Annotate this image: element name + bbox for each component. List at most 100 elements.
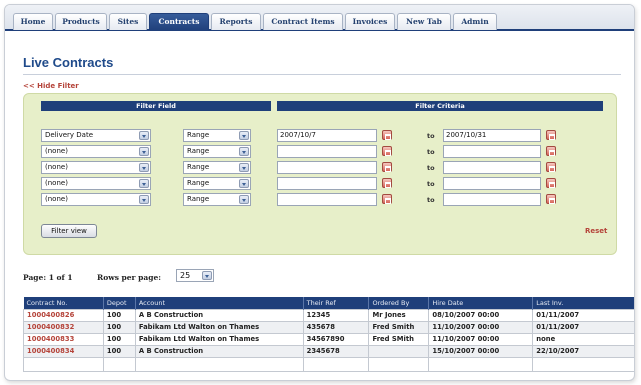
depot-cell: 100 [102, 332, 136, 346]
tab-sites[interactable]: Sites [109, 13, 147, 30]
column-header-account[interactable]: Account [135, 297, 304, 309]
calendar-icon[interactable] [382, 146, 392, 156]
filter-from-input[interactable] [277, 177, 377, 190]
filter-operator-value: Range [187, 147, 210, 155]
ordered-by-cell: Mr Jones [368, 308, 430, 322]
hire-date-cell: 08/10/2007 00:00 [428, 308, 534, 322]
page-title: Live Contracts [23, 55, 114, 70]
filter-field-select[interactable]: (none) [41, 161, 151, 174]
title-divider [23, 74, 621, 75]
filter-operator-select[interactable]: Range [183, 145, 251, 158]
filter-to-input[interactable] [443, 193, 541, 206]
filter-field-value: (none) [45, 147, 68, 155]
calendar-icon[interactable] [546, 162, 556, 172]
chevron-down-icon [139, 163, 149, 172]
tab-bar: Home Products Sites Contracts Reports Co… [5, 5, 634, 31]
chevron-down-icon [239, 179, 249, 188]
page-indicator: Page: 1 of 1 [23, 273, 73, 282]
contract-no-link[interactable]: 1000400832 [23, 320, 104, 334]
contract-no-link[interactable]: 1000400826 [23, 308, 104, 322]
filter-to-input[interactable] [443, 161, 541, 174]
hire-date-cell: 11/10/2007 00:00 [428, 320, 534, 334]
table-header-row: Contract No. Depot Account Their Ref Ord… [23, 297, 634, 309]
app-window: Home Products Sites Contracts Reports Co… [4, 4, 635, 381]
filter-to-input[interactable] [443, 177, 541, 190]
contract-no-link[interactable]: 1000400834 [23, 344, 104, 358]
filter-to-input[interactable] [443, 145, 541, 158]
last-inv-cell: 22/10/2007 [532, 344, 634, 358]
tab-admin[interactable]: Admin [453, 13, 497, 30]
tab-products[interactable]: Products [55, 13, 107, 30]
account-cell: Fabikam Ltd Walton on Thames [134, 332, 304, 346]
hire-date-cell: 11/10/2007 00:00 [428, 332, 534, 346]
filter-operator-value: Range [187, 195, 210, 203]
column-header-depot[interactable]: Depot [103, 297, 136, 309]
hide-filter-link[interactable]: << Hide Filter [23, 82, 79, 90]
table-row: 1000400832 100 Fabikam Ltd Walton on Tha… [23, 320, 634, 334]
hire-date-cell: 15/10/2007 00:00 [428, 344, 534, 358]
their-ref-cell: 12345 [302, 308, 370, 322]
calendar-icon[interactable] [546, 146, 556, 156]
filter-from-input[interactable] [277, 161, 377, 174]
tab-invoices[interactable]: Invoices [345, 13, 395, 30]
chevron-down-icon [202, 271, 212, 280]
filter-from-input[interactable] [277, 193, 377, 206]
filter-field-select[interactable]: Delivery Date [41, 129, 151, 142]
filter-field-header: Filter Field [41, 101, 271, 111]
tab-new-tab[interactable]: New Tab [397, 13, 451, 30]
tab-contracts[interactable]: Contracts [149, 13, 209, 31]
filter-from-input[interactable] [277, 145, 377, 158]
calendar-icon[interactable] [546, 194, 556, 204]
to-label: to [427, 180, 435, 188]
filter-from-input[interactable]: 2007/10/7 [277, 129, 377, 142]
ordered-by-cell: Fred Smith [368, 320, 430, 334]
rows-per-page-select[interactable]: 25 [176, 269, 214, 282]
contract-no-link[interactable]: 1000400833 [23, 332, 104, 346]
filter-field-select[interactable]: (none) [41, 177, 151, 190]
filter-criteria-header: Filter Criteria [277, 101, 603, 111]
to-label: to [427, 132, 435, 140]
filter-field-value: (none) [45, 163, 68, 171]
column-header-contract-no[interactable]: Contract No. [23, 297, 104, 309]
chevron-down-icon [139, 179, 149, 188]
filter-to-input[interactable]: 2007/10/31 [443, 129, 541, 142]
chevron-down-icon [139, 195, 149, 204]
column-header-their-ref[interactable]: Their Ref [303, 297, 370, 309]
rows-per-page-value: 25 [180, 271, 191, 280]
last-inv-cell: none [532, 332, 634, 346]
chevron-down-icon [139, 147, 149, 156]
calendar-icon[interactable] [382, 162, 392, 172]
table-row: 1000400833 100 Fabikam Ltd Walton on Tha… [23, 332, 634, 346]
calendar-icon[interactable] [546, 178, 556, 188]
filter-operator-select[interactable]: Range [183, 129, 251, 142]
account-cell: A B Construction [134, 344, 304, 358]
filter-view-button[interactable]: Filter view [41, 224, 97, 238]
filter-operator-select[interactable]: Range [183, 177, 251, 190]
column-header-last-inv[interactable]: Last Inv. [532, 297, 634, 309]
filter-operator-select[interactable]: Range [183, 161, 251, 174]
column-header-hire-date[interactable]: Hire Date [428, 297, 534, 309]
tab-home[interactable]: Home [13, 13, 53, 30]
column-header-ordered-by[interactable]: Ordered By [368, 297, 430, 309]
calendar-icon[interactable] [382, 194, 392, 204]
filter-field-value: (none) [45, 179, 68, 187]
tab-reports[interactable]: Reports [211, 13, 261, 30]
tab-contract-items[interactable]: Contract Items [263, 13, 343, 30]
chevron-down-icon [239, 163, 249, 172]
depot-cell: 100 [102, 344, 136, 358]
to-label: to [427, 164, 435, 172]
filter-field-value: Delivery Date [45, 131, 94, 139]
filter-field-value: (none) [45, 195, 68, 203]
reset-link[interactable]: Reset [585, 227, 607, 235]
filter-operator-select[interactable]: Range [183, 193, 251, 206]
their-ref-cell: 435678 [302, 320, 370, 334]
calendar-icon[interactable] [546, 130, 556, 140]
filter-operator-value: Range [187, 163, 210, 171]
filter-field-select[interactable]: (none) [41, 193, 151, 206]
calendar-icon[interactable] [382, 130, 392, 140]
chevron-down-icon [139, 131, 149, 140]
calendar-icon[interactable] [382, 178, 392, 188]
contracts-table: Contract No. Depot Account Their Ref Ord… [23, 297, 634, 372]
last-inv-cell: 01/11/2007 [532, 308, 634, 322]
filter-field-select[interactable]: (none) [41, 145, 151, 158]
